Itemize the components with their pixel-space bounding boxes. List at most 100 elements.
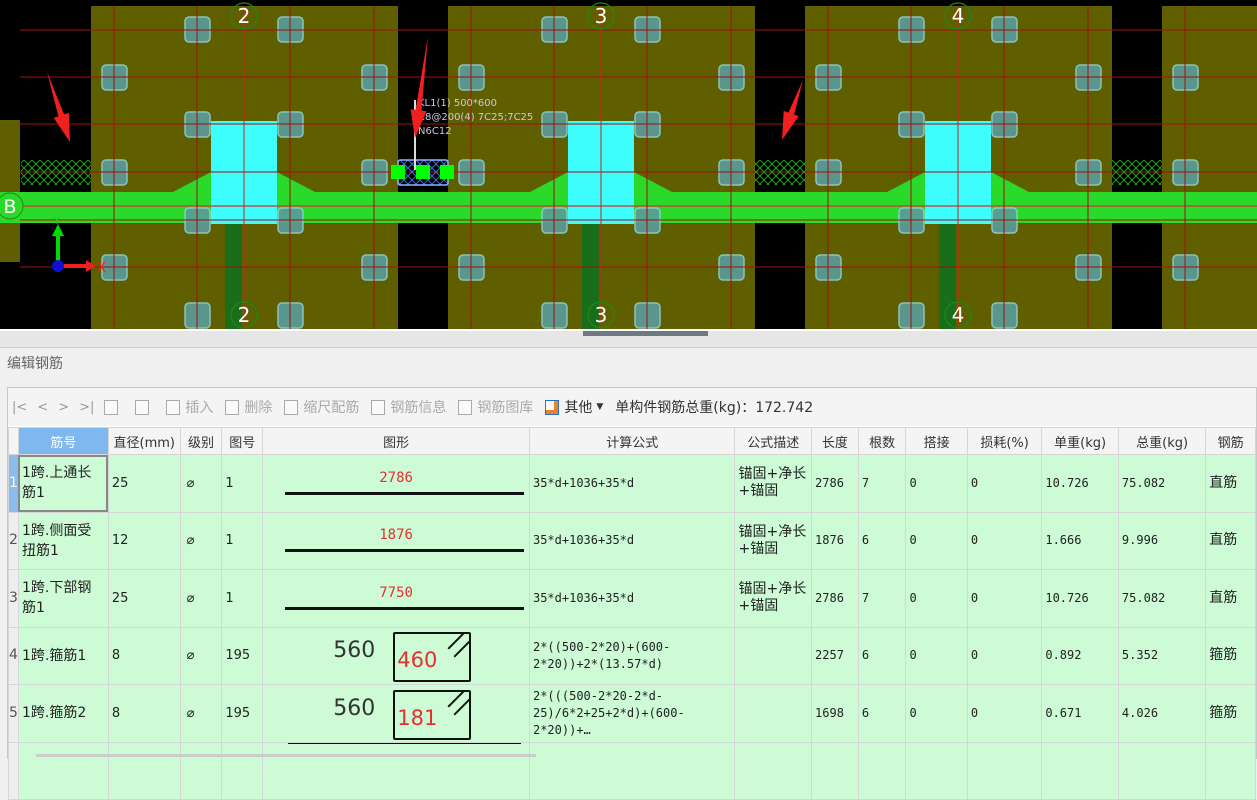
table-row[interactable] xyxy=(8,741,1256,800)
cell[interactable] xyxy=(8,741,19,800)
column-header[interactable]: 级别 xyxy=(179,427,223,455)
grade-cell[interactable]: ⌀ xyxy=(179,569,223,628)
figure-number-cell[interactable]: 1 xyxy=(221,454,264,513)
formula-description-cell[interactable] xyxy=(734,626,813,685)
row-number[interactable]: 5 xyxy=(8,684,19,743)
column-header[interactable]: 筋号 xyxy=(17,427,109,455)
loss-cell[interactable]: 0 xyxy=(966,569,1043,628)
count-cell[interactable]: 7 xyxy=(857,454,907,513)
cell[interactable] xyxy=(966,741,1043,800)
row-number[interactable]: 2 xyxy=(8,511,19,570)
unit-weight-cell[interactable]: 0.671 xyxy=(1041,684,1119,743)
column-header[interactable]: 计算公式 xyxy=(528,427,736,455)
row-number[interactable]: 1 xyxy=(8,454,19,513)
column-header[interactable]: 图号 xyxy=(221,427,264,455)
total-weight-cell[interactable]: 9.996 xyxy=(1117,511,1207,570)
cell[interactable] xyxy=(107,741,181,800)
column-header[interactable]: 公式描述 xyxy=(734,427,813,455)
shape-cell[interactable] xyxy=(262,741,530,800)
loss-cell[interactable]: 0 xyxy=(966,511,1043,570)
length-cell[interactable]: 1876 xyxy=(811,511,859,570)
lap-cell[interactable]: 0 xyxy=(905,569,968,628)
prev-button[interactable]: < xyxy=(37,400,48,415)
table-row[interactable]: 5 1跨.箍筋2 8 ⌀ 195 560 181 2*(((500-2*20-2*d-25)/… xyxy=(8,684,1256,743)
column-header[interactable]: 长度 xyxy=(811,427,859,455)
lap-cell[interactable]: 0 xyxy=(905,454,968,513)
bar-type-cell[interactable]: 箍筋 xyxy=(1205,684,1256,743)
length-cell[interactable]: 2786 xyxy=(811,569,859,628)
loss-cell[interactable]: 0 xyxy=(966,626,1043,685)
delete-button[interactable]: 删除 xyxy=(225,397,272,417)
lap-cell[interactable]: 0 xyxy=(905,511,968,570)
bar-type-cell[interactable]: 直筋 xyxy=(1205,511,1256,570)
bar-name-cell[interactable]: 1跨.侧面受扭筋1 xyxy=(17,511,109,570)
column-header[interactable]: 搭接 xyxy=(905,427,968,455)
figure-number-cell[interactable]: 195 xyxy=(221,684,264,743)
shape-cell[interactable]: 560 181 xyxy=(262,684,530,743)
cell[interactable] xyxy=(1205,741,1256,800)
cell[interactable] xyxy=(905,741,968,800)
cad-drawing-canvas[interactable]: KL1(1) 500*600 C8@200(4) 7C25;7C25 N6C12 2 2… xyxy=(0,0,1257,329)
lap-cell[interactable]: 0 xyxy=(905,684,968,743)
cell[interactable] xyxy=(811,741,859,800)
formula-cell[interactable]: 35*d+1036+35*d xyxy=(528,569,736,628)
shape-cell[interactable]: 7750 xyxy=(262,569,530,628)
grade-cell[interactable]: ⌀ xyxy=(179,626,223,685)
formula-description-cell[interactable]: 锚固+净长+锚固 xyxy=(734,454,813,513)
scale-rebar-button[interactable]: 缩尺配筋 xyxy=(284,397,359,417)
length-cell[interactable]: 2257 xyxy=(811,626,859,685)
column-header[interactable]: 图形 xyxy=(262,427,530,455)
shape-cell[interactable]: 2786 xyxy=(262,454,530,513)
rebar-info-button[interactable]: 钢筋信息 xyxy=(371,397,446,417)
table-row[interactable]: 1 1跨.上通长筋1 25 ⌀ 1 2786 35*d+1036+35*d 锚固+净长+锚固 2… xyxy=(8,454,1256,513)
grade-cell[interactable]: ⌀ xyxy=(179,511,223,570)
bar-name-cell[interactable]: 1跨.下部钢筋1 xyxy=(17,569,109,628)
unit-weight-cell[interactable]: 10.726 xyxy=(1041,454,1119,513)
unit-weight-cell[interactable]: 0.892 xyxy=(1041,626,1119,685)
shape-cell[interactable]: 560 460 xyxy=(262,626,530,685)
other-dropdown[interactable]: 其他 ▼ xyxy=(545,397,603,417)
column-header[interactable]: 损耗(%) xyxy=(966,427,1043,455)
table-row[interactable]: 3 1跨.下部钢筋1 25 ⌀ 1 7750 35*d+1036+35*d 锚固+净长+锚固 2… xyxy=(8,569,1256,628)
grade-cell[interactable]: ⌀ xyxy=(179,684,223,743)
length-cell[interactable]: 2786 xyxy=(811,454,859,513)
cell[interactable] xyxy=(857,741,907,800)
panel-splitter[interactable] xyxy=(0,329,1257,348)
loss-cell[interactable]: 0 xyxy=(966,684,1043,743)
total-weight-cell[interactable]: 75.082 xyxy=(1117,569,1207,628)
total-weight-cell[interactable]: 4.026 xyxy=(1117,684,1207,743)
horizontal-scrollbar[interactable] xyxy=(36,754,536,757)
lap-cell[interactable]: 0 xyxy=(905,626,968,685)
column-header[interactable]: 总重(kg) xyxy=(1117,427,1207,455)
splitter-handle[interactable] xyxy=(583,331,708,336)
table-row[interactable]: 2 1跨.侧面受扭筋1 12 ⌀ 1 1876 35*d+1036+35*d 锚固+净长+锚固… xyxy=(8,511,1256,570)
unit-weight-cell[interactable]: 10.726 xyxy=(1041,569,1119,628)
formula-description-cell[interactable]: 锚固+净长+锚固 xyxy=(734,569,813,628)
cell[interactable] xyxy=(528,741,736,800)
move-up-icon[interactable] xyxy=(104,399,119,415)
loss-cell[interactable]: 0 xyxy=(966,454,1043,513)
cell[interactable] xyxy=(734,741,813,800)
length-cell[interactable]: 1698 xyxy=(811,684,859,743)
column-header[interactable]: 直径(mm) xyxy=(107,427,181,455)
shape-cell[interactable]: 1876 xyxy=(262,511,530,570)
formula-description-cell[interactable] xyxy=(734,684,813,743)
unit-weight-cell[interactable]: 1.666 xyxy=(1041,511,1119,570)
total-weight-cell[interactable]: 75.082 xyxy=(1117,454,1207,513)
formula-cell[interactable]: 35*d+1036+35*d xyxy=(528,454,736,513)
cell[interactable] xyxy=(1117,741,1207,800)
count-cell[interactable]: 6 xyxy=(857,684,907,743)
row-number[interactable]: 4 xyxy=(8,626,19,685)
column-header[interactable]: 钢筋 xyxy=(1205,427,1256,455)
column-header[interactable]: 根数 xyxy=(857,427,907,455)
count-cell[interactable]: 6 xyxy=(857,626,907,685)
cell[interactable] xyxy=(1041,741,1119,800)
next-button[interactable]: > xyxy=(58,400,69,415)
bar-name-cell[interactable]: 1跨.上通长筋1 xyxy=(17,454,109,513)
column-header[interactable]: 单重(kg) xyxy=(1041,427,1119,455)
diameter-cell[interactable]: 8 xyxy=(107,684,181,743)
bar-type-cell[interactable]: 直筋 xyxy=(1205,569,1256,628)
cell[interactable] xyxy=(179,741,223,800)
diameter-cell[interactable]: 25 xyxy=(107,454,181,513)
rebar-library-button[interactable]: 钢筋图库 xyxy=(458,397,533,417)
